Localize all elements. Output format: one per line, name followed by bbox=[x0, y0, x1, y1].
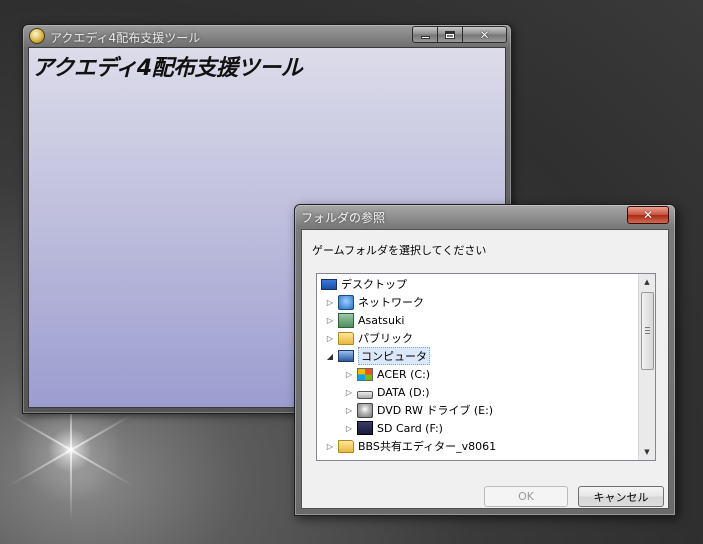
app-heading: アクエディ4配布支援ツール bbox=[32, 56, 303, 81]
arrow-up-icon: ▲ bbox=[644, 278, 650, 286]
tree-item-drive-e[interactable]: ▷ DVD RW ドライブ (E:) bbox=[344, 401, 493, 419]
collapse-arrow-icon[interactable]: ◢ bbox=[325, 352, 335, 361]
folder-browse-dialog: フォルダの参照 ✕ ゲームフォルダを選択してください デスクトップ ▷ ネットワ… bbox=[294, 204, 676, 516]
tree-item-drive-f[interactable]: ▷ SD Card (F:) bbox=[344, 419, 443, 437]
expand-arrow-icon[interactable]: ▷ bbox=[344, 370, 354, 379]
close-icon: ✕ bbox=[642, 208, 654, 222]
tree-item-label: SD Card (F:) bbox=[377, 421, 443, 435]
expand-arrow-icon[interactable]: ▷ bbox=[344, 424, 354, 433]
dvd-drive-icon bbox=[357, 402, 373, 418]
expand-arrow-icon[interactable]: ▷ bbox=[344, 406, 354, 415]
app-icon[interactable] bbox=[29, 28, 45, 44]
scroll-down-button[interactable]: ▼ bbox=[639, 444, 655, 460]
scroll-up-button[interactable]: ▲ bbox=[639, 274, 655, 290]
tree-item-label: デスクトップ bbox=[341, 278, 407, 291]
drive-icon bbox=[357, 390, 373, 399]
arrow-down-icon: ▼ bbox=[644, 448, 650, 456]
ok-button[interactable]: OK bbox=[484, 486, 568, 507]
main-window-titlebar[interactable]: アクエディ4配布支援ツール ✕ bbox=[23, 25, 511, 47]
scrollbar-thumb[interactable] bbox=[641, 292, 654, 370]
tree-item-label: Asatsuki bbox=[358, 313, 405, 327]
windows-drive-icon bbox=[357, 367, 373, 381]
folder-tree[interactable]: デスクトップ ▷ ネットワーク ▷ Asatsuki ▷ パブリック ◢ コンピ… bbox=[316, 273, 656, 461]
close-button[interactable]: ✕ bbox=[463, 26, 507, 43]
tree-item-bbs-editor[interactable]: ▷ BBS共有エディター_v8061 bbox=[325, 437, 496, 455]
tree-item-asatsuki[interactable]: ▷ Asatsuki bbox=[325, 311, 404, 329]
network-icon bbox=[338, 294, 354, 310]
maximize-icon bbox=[445, 30, 455, 39]
close-icon: ✕ bbox=[479, 27, 490, 42]
dialog-close-button[interactable]: ✕ bbox=[627, 206, 669, 224]
sd-card-icon bbox=[357, 421, 373, 435]
expand-arrow-icon[interactable]: ▷ bbox=[325, 334, 335, 343]
tree-item-label: ネットワーク bbox=[358, 296, 424, 309]
dialog-title: フォルダの参照 bbox=[301, 211, 386, 225]
tree-item-label: BBS共有エディター_v8061 bbox=[358, 440, 497, 453]
folder-icon bbox=[338, 331, 354, 345]
tree-item-public[interactable]: ▷ パブリック bbox=[325, 329, 413, 347]
cancel-button[interactable]: キャンセル bbox=[578, 486, 664, 507]
computer-icon bbox=[338, 350, 354, 362]
main-window-title: アクエディ4配布支援ツール bbox=[50, 31, 201, 45]
tree-item-label: コンピュータ bbox=[358, 347, 430, 365]
vertical-scrollbar[interactable]: ▲ ▼ bbox=[638, 274, 655, 460]
user-folder-icon bbox=[338, 312, 354, 328]
expand-arrow-icon[interactable]: ▷ bbox=[344, 388, 354, 397]
tree-item-network[interactable]: ▷ ネットワーク bbox=[325, 293, 424, 311]
dialog-client-area: ゲームフォルダを選択してください デスクトップ ▷ ネットワーク ▷ Asats… bbox=[301, 229, 669, 509]
desktop-icon bbox=[321, 279, 337, 290]
folder-icon bbox=[338, 439, 354, 453]
dialog-prompt: ゲームフォルダを選択してください bbox=[312, 244, 487, 257]
tree-item-label: DATA (D:) bbox=[377, 385, 430, 399]
tree-item-drive-d[interactable]: ▷ DATA (D:) bbox=[344, 383, 430, 401]
minimize-button[interactable] bbox=[412, 26, 438, 43]
maximize-button[interactable] bbox=[438, 26, 463, 43]
expand-arrow-icon[interactable]: ▷ bbox=[325, 316, 335, 325]
tree-item-computer[interactable]: ◢ コンピュータ bbox=[325, 347, 430, 365]
expand-arrow-icon[interactable]: ▷ bbox=[325, 442, 335, 451]
minimize-icon bbox=[420, 36, 430, 39]
expand-arrow-icon[interactable]: ▷ bbox=[325, 298, 335, 307]
tree-item-drive-c[interactable]: ▷ ACER (C:) bbox=[344, 365, 430, 383]
tree-item-desktop[interactable]: デスクトップ bbox=[321, 275, 407, 293]
tree-item-label: ACER (C:) bbox=[377, 367, 431, 381]
grip-icon bbox=[645, 327, 650, 334]
tree-item-label: パブリック bbox=[358, 332, 413, 345]
window-controls: ✕ bbox=[412, 26, 507, 43]
tree-item-label: DVD RW ドライブ (E:) bbox=[377, 404, 494, 417]
